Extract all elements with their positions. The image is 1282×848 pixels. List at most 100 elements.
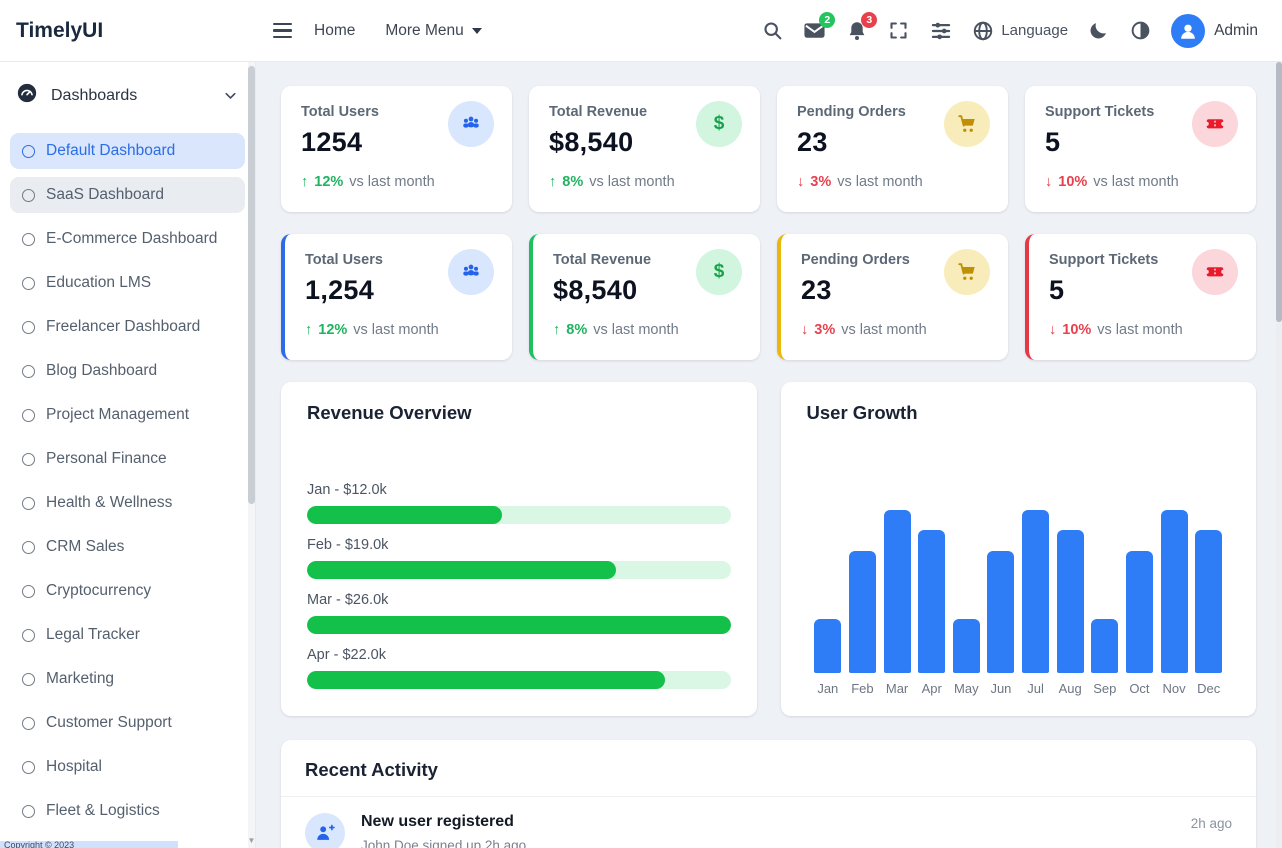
mail-badge: 2 xyxy=(819,12,835,28)
stat-delta-caption: vs last month xyxy=(353,322,438,338)
circle-icon xyxy=(22,629,35,642)
sidebar-item-label: SaaS Dashboard xyxy=(46,186,164,204)
stat-delta-value: 12% xyxy=(314,174,343,190)
sidebar-item-fleet-logistics[interactable]: Fleet & Logistics xyxy=(10,793,245,829)
mail-icon[interactable]: 2 xyxy=(803,19,826,42)
circle-icon xyxy=(22,233,35,246)
growth-column: Mar xyxy=(880,508,915,696)
sidebar-item-hospital[interactable]: Hospital xyxy=(10,749,245,785)
contrast-icon[interactable] xyxy=(1129,19,1152,42)
circle-icon xyxy=(22,145,35,158)
cart-icon xyxy=(944,101,990,147)
ticket-icon xyxy=(1192,101,1238,147)
growth-bar xyxy=(1057,530,1084,673)
bell-icon[interactable]: 3 xyxy=(845,19,868,42)
growth-x-label: Jul xyxy=(1027,681,1044,696)
stat-card-support-tickets-accent: Support Tickets 5 ↓ 10% vs last month xyxy=(1025,234,1256,360)
avatar xyxy=(1171,14,1205,48)
growth-x-label: Jan xyxy=(817,681,838,696)
revenue-bar-track xyxy=(307,561,731,579)
sidebar-item-label: E-Commerce Dashboard xyxy=(46,230,217,248)
sidebar-scrollbar-thumb[interactable] xyxy=(248,66,255,504)
nav-link-more-menu[interactable]: More Menu xyxy=(385,22,481,40)
ticket-icon xyxy=(1192,249,1238,295)
users-icon xyxy=(448,101,494,147)
scroll-down-arrow-icon[interactable]: ▼ xyxy=(247,836,256,845)
charts-row: Revenue Overview Jan - $12.0k Feb - $19.… xyxy=(281,382,1256,716)
stat-delta: ↓ 3% vs last month xyxy=(801,322,988,338)
sidebar-item-label: Default Dashboard xyxy=(46,142,175,160)
stat-delta-value: 12% xyxy=(318,322,347,338)
sidebar-item-crm-sales[interactable]: CRM Sales xyxy=(10,529,245,565)
sliders-icon[interactable] xyxy=(929,19,952,42)
hamburger-menu-icon[interactable] xyxy=(273,23,292,38)
stat-delta-caption: vs last month xyxy=(837,174,922,190)
sidebar-item-freelancer-dashboard[interactable]: Freelancer Dashboard xyxy=(10,309,245,345)
main-nav: Home More Menu xyxy=(314,22,482,40)
growth-column: Dec xyxy=(1191,508,1226,696)
circle-icon xyxy=(22,321,35,334)
circle-icon xyxy=(22,189,35,202)
sidebar-item-label: Freelancer Dashboard xyxy=(46,318,200,336)
growth-x-label: Sep xyxy=(1093,681,1116,696)
growth-bar xyxy=(1091,619,1118,673)
trend-down-icon: ↓ xyxy=(1049,322,1056,338)
stat-card-pending-orders-accent: Pending Orders 23 ↓ 3% vs last month xyxy=(777,234,1008,360)
sidebar-item-default-dashboard[interactable]: Default Dashboard xyxy=(10,133,245,169)
fullscreen-icon[interactable] xyxy=(887,19,910,42)
stat-delta-value: 8% xyxy=(566,322,587,338)
caret-down-icon xyxy=(472,28,482,34)
user-name: Admin xyxy=(1214,22,1258,40)
trend-up-icon: ↑ xyxy=(553,322,560,338)
dark-mode-moon-icon[interactable] xyxy=(1087,19,1110,42)
stat-card-total-revenue-accent: Total Revenue $8,540 $ ↑ 8% vs last mont… xyxy=(529,234,760,360)
growth-x-label: Jun xyxy=(990,681,1011,696)
language-switcher[interactable]: Language xyxy=(971,19,1068,42)
growth-bar xyxy=(918,530,945,673)
search-icon[interactable] xyxy=(761,19,784,42)
sidebar-item-marketing[interactable]: Marketing xyxy=(10,661,245,697)
trend-up-icon: ↑ xyxy=(305,322,312,338)
sidebar-scrollbar[interactable]: ▼ xyxy=(248,62,255,848)
sidebar-item-blog-dashboard[interactable]: Blog Dashboard xyxy=(10,353,245,389)
growth-bar xyxy=(1195,530,1222,673)
stat-card-total-users: Total Users 1254 ↑ 12% vs last month xyxy=(281,86,512,212)
revenue-bar-group: Apr - $22.0k xyxy=(307,647,731,689)
sidebar-item-legal-tracker[interactable]: Legal Tracker xyxy=(10,617,245,653)
revenue-bar-track xyxy=(307,506,731,524)
circle-icon xyxy=(22,497,35,510)
nav-link-label: More Menu xyxy=(385,22,463,40)
page-scrollbar-thumb[interactable] xyxy=(1276,62,1282,322)
trend-down-icon: ↓ xyxy=(801,322,808,338)
growth-x-label: Oct xyxy=(1129,681,1149,696)
sidebar-item-cryptocurrency[interactable]: Cryptocurrency xyxy=(10,573,245,609)
page-scrollbar[interactable] xyxy=(1276,62,1282,848)
sidebar-section-dashboards[interactable]: Dashboards xyxy=(0,62,255,121)
growth-bar xyxy=(849,551,876,673)
main-content: Total Users 1254 ↑ 12% vs last month Tot… xyxy=(256,62,1282,848)
nav-link-home[interactable]: Home xyxy=(314,22,355,40)
activity-timestamp: 2h ago xyxy=(1191,813,1232,831)
sidebar-item-label: Customer Support xyxy=(46,714,172,732)
user-menu[interactable]: Admin xyxy=(1171,14,1258,48)
growth-x-label: Nov xyxy=(1163,681,1186,696)
chevron-down-icon xyxy=(222,87,239,104)
sidebar-item-project-management[interactable]: Project Management xyxy=(10,397,245,433)
user-growth-card: User Growth Jan Feb Mar Apr May Jun Jul … xyxy=(781,382,1257,716)
sidebar-item-ecommerce-dashboard[interactable]: E-Commerce Dashboard xyxy=(10,221,245,257)
sidebar-item-education-lms[interactable]: Education LMS xyxy=(10,265,245,301)
circle-icon xyxy=(22,717,35,730)
sidebar-item-label: Project Management xyxy=(46,406,189,424)
navbar-actions: 2 3 Language Admin xyxy=(761,14,1282,48)
users-icon xyxy=(448,249,494,295)
sidebar-item-label: Personal Finance xyxy=(46,450,167,468)
sidebar-item-personal-finance[interactable]: Personal Finance xyxy=(10,441,245,477)
growth-column: Aug xyxy=(1053,508,1088,696)
sidebar-item-health-wellness[interactable]: Health & Wellness xyxy=(10,485,245,521)
sidebar-item-saas-dashboard[interactable]: SaaS Dashboard xyxy=(10,177,245,213)
dollar-glyph: $ xyxy=(714,113,725,135)
brand-logo[interactable]: TimelyUI xyxy=(0,19,256,43)
sidebar-item-customer-support[interactable]: Customer Support xyxy=(10,705,245,741)
stat-delta-value: 3% xyxy=(814,322,835,338)
growth-column: Jul xyxy=(1018,508,1053,696)
